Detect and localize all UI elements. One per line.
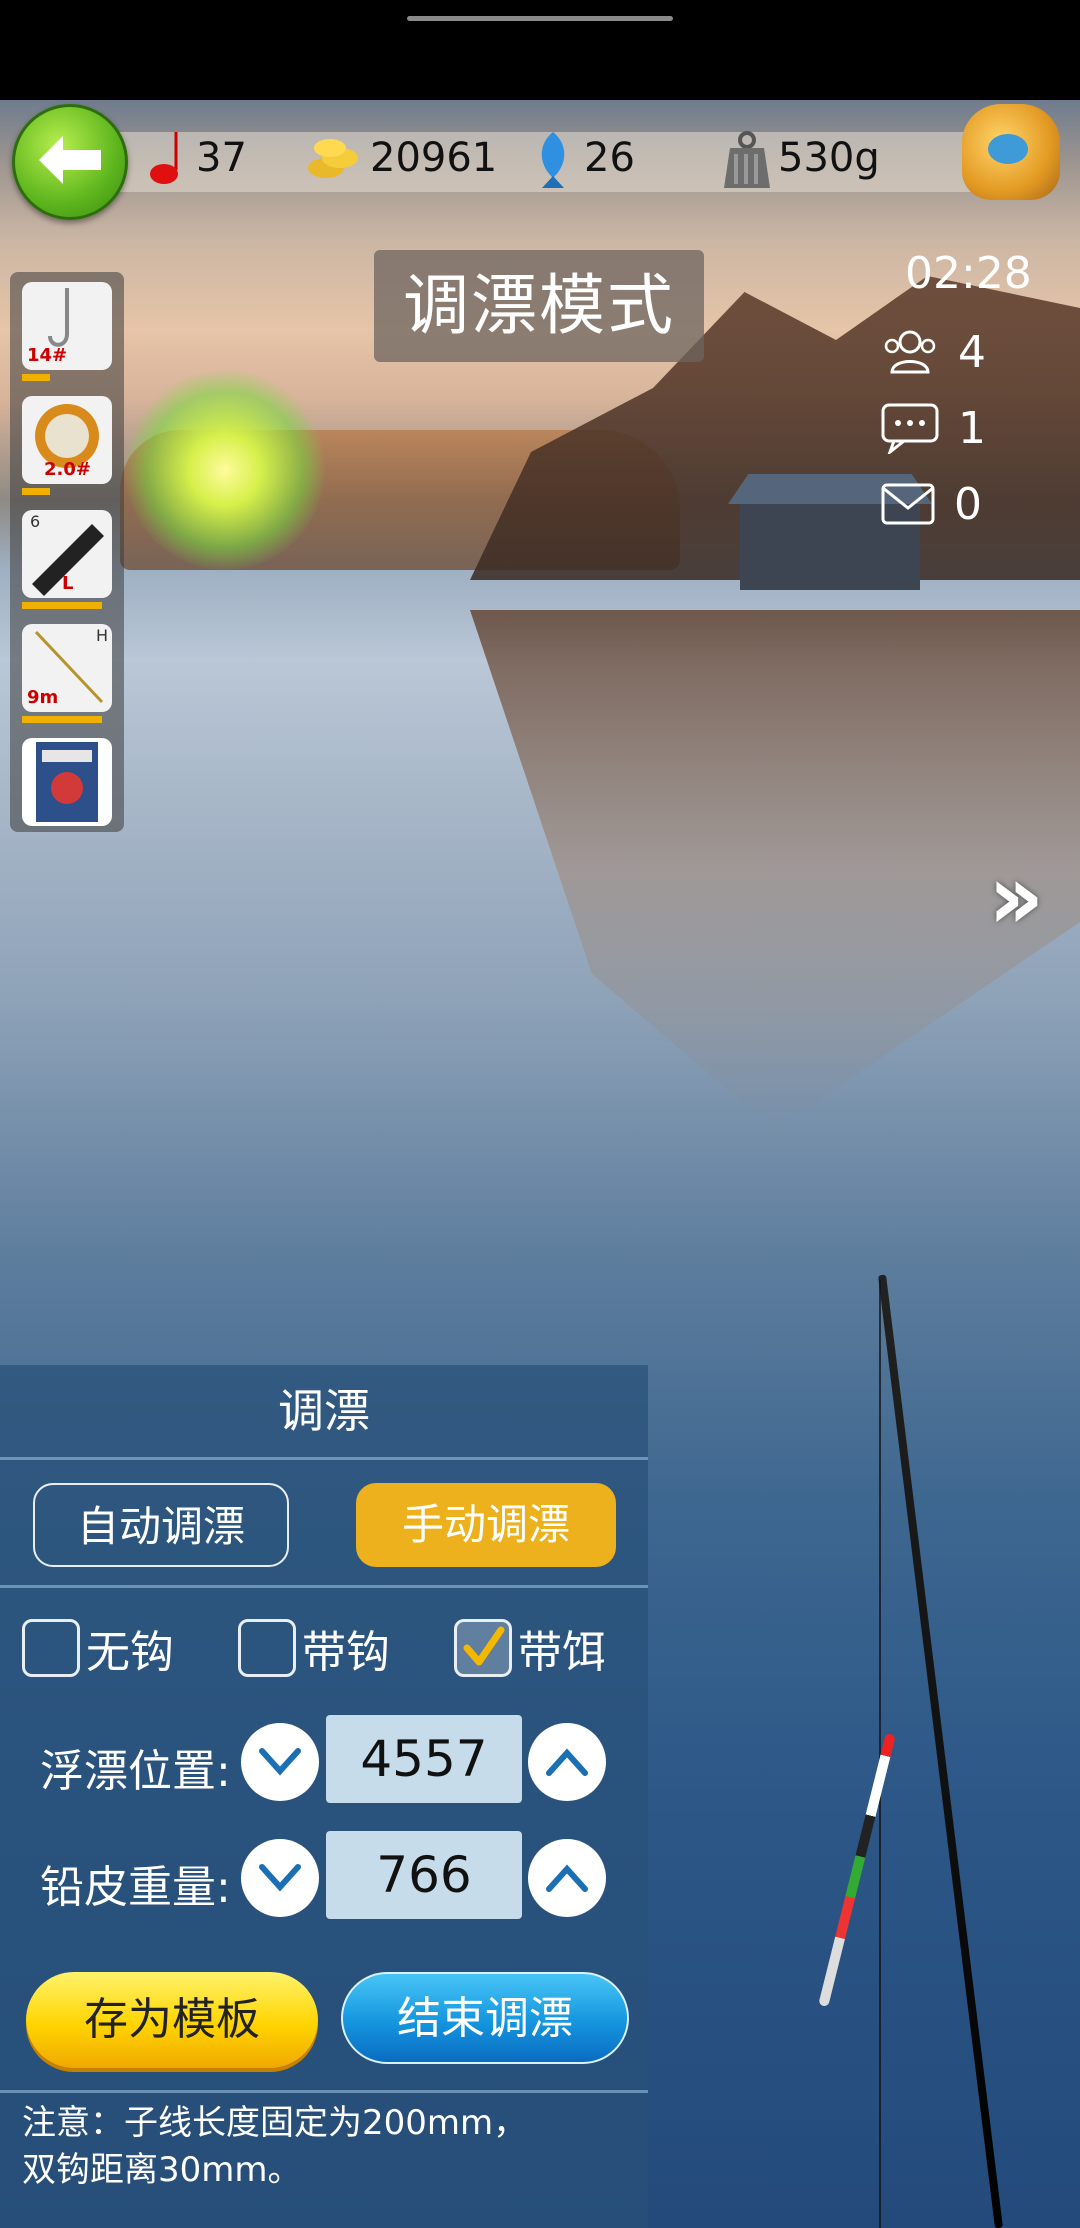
rod-durability-bar — [22, 602, 102, 609]
hook-size-label: 14# — [27, 345, 68, 366]
mail-messages[interactable]: 0 — [880, 474, 982, 534]
chevron-down-icon — [259, 1864, 301, 1892]
note-line-1: 注意：子线长度固定为200mm， — [22, 2103, 528, 2143]
fish-count-value: 26 — [584, 135, 635, 181]
notch-indicator — [407, 16, 673, 21]
tuning-note: 注意：子线长度固定为200mm， 双钩距离30mm。 — [22, 2100, 632, 2194]
float-position-increase-button[interactable] — [528, 1723, 606, 1801]
panel-title: 调漂 — [278, 1384, 370, 1438]
equipment-panel: 14# 2.0# 6 L H 9m — [10, 272, 124, 832]
tackle-bag-icon[interactable] — [962, 104, 1060, 200]
firework-effect — [125, 370, 325, 570]
checkbox-box-checked[interactable] — [454, 1619, 512, 1677]
coin-count: 20961 — [304, 128, 497, 188]
bait-slot[interactable] — [22, 738, 112, 826]
float-tuning-panel: 调漂 自动调漂 手动调漂 无钩 带钩 带饵 浮漂位置: 4557 铅皮重量: 7… — [0, 1365, 648, 2228]
players-icon — [884, 330, 936, 374]
line-durability-bar — [22, 488, 50, 495]
coins-icon — [304, 130, 364, 186]
weight-icon — [722, 130, 772, 188]
finish-tuning-button[interactable]: 结束调漂 — [341, 1972, 629, 2064]
back-arrow-icon — [39, 136, 101, 184]
chevron-down-icon — [259, 1748, 301, 1776]
with-hook-label: 带钩 — [302, 1627, 390, 1678]
float-count-value: 37 — [196, 135, 247, 181]
players-count: 4 — [958, 326, 986, 378]
players-online[interactable]: 4 — [880, 322, 986, 382]
save-template-button[interactable]: 存为模板 — [26, 1972, 318, 2068]
catch-weight: 530g — [722, 128, 880, 188]
mail-icon — [881, 483, 935, 525]
chevron-up-icon — [546, 1748, 588, 1776]
rod-slot[interactable]: 6 L — [22, 510, 112, 598]
coin-count-value: 20961 — [370, 135, 498, 181]
float-position-value[interactable]: 4557 — [326, 1715, 522, 1803]
chevron-up-icon — [546, 1864, 588, 1892]
rod-size-label: L — [62, 573, 74, 594]
back-button[interactable] — [12, 104, 128, 220]
manual-tuning-button[interactable]: 手动调漂 — [356, 1483, 616, 1567]
rod-number-label: 6 — [30, 512, 41, 531]
float-count: 37 — [146, 128, 247, 188]
line-size-label: 2.0# — [44, 459, 91, 480]
countdown-timer: 02:28 — [905, 248, 1032, 299]
line-slot[interactable]: 2.0# — [22, 396, 112, 484]
fish-count: 26 — [528, 128, 635, 188]
catch-weight-value: 530g — [778, 135, 880, 181]
sinker-weight-label: 铅皮重量: — [40, 1862, 231, 1913]
divider — [0, 1585, 648, 1588]
divider — [0, 2090, 648, 2093]
fish-icon — [528, 130, 578, 188]
pole-hardness-label: H — [95, 626, 108, 645]
expand-chevron-icon[interactable]: ›› — [988, 845, 1044, 950]
no-hook-label: 无钩 — [86, 1627, 174, 1678]
note-line-2: 双钩距离30mm。 — [22, 2150, 302, 2190]
sinker-weight-decrease-button[interactable] — [241, 1839, 319, 1917]
checkbox-box[interactable] — [22, 1619, 80, 1677]
float-position-label: 浮漂位置: — [40, 1746, 231, 1797]
pole-durability-bar — [22, 716, 102, 723]
sinker-weight-increase-button[interactable] — [528, 1839, 606, 1917]
no-hook-checkbox[interactable]: 无钩 — [22, 1615, 174, 1681]
with-hook-checkbox[interactable]: 带钩 — [238, 1615, 390, 1681]
chat-count: 1 — [958, 402, 986, 454]
mail-count: 0 — [954, 478, 982, 530]
mode-title: 调漂模式 — [374, 250, 704, 362]
float-position-decrease-button[interactable] — [241, 1723, 319, 1801]
divider — [0, 1457, 648, 1460]
chat-messages[interactable]: 1 — [880, 398, 986, 458]
with-bait-label: 带饵 — [518, 1627, 606, 1678]
system-status-bar — [0, 0, 1080, 100]
checkbox-box[interactable] — [238, 1619, 296, 1677]
pole-slot[interactable]: H 9m — [22, 624, 112, 712]
checkmark-icon — [463, 1626, 505, 1666]
hook-durability-bar — [22, 374, 50, 381]
bait-bag-icon — [36, 742, 98, 822]
pole-length-label: 9m — [27, 687, 59, 708]
float-icon — [146, 130, 190, 186]
sinker-weight-value[interactable]: 766 — [326, 1831, 522, 1919]
hook-slot[interactable]: 14# — [22, 282, 112, 370]
auto-tuning-button[interactable]: 自动调漂 — [33, 1483, 289, 1567]
chat-icon — [881, 403, 939, 454]
with-bait-checkbox[interactable]: 带饵 — [454, 1615, 606, 1681]
